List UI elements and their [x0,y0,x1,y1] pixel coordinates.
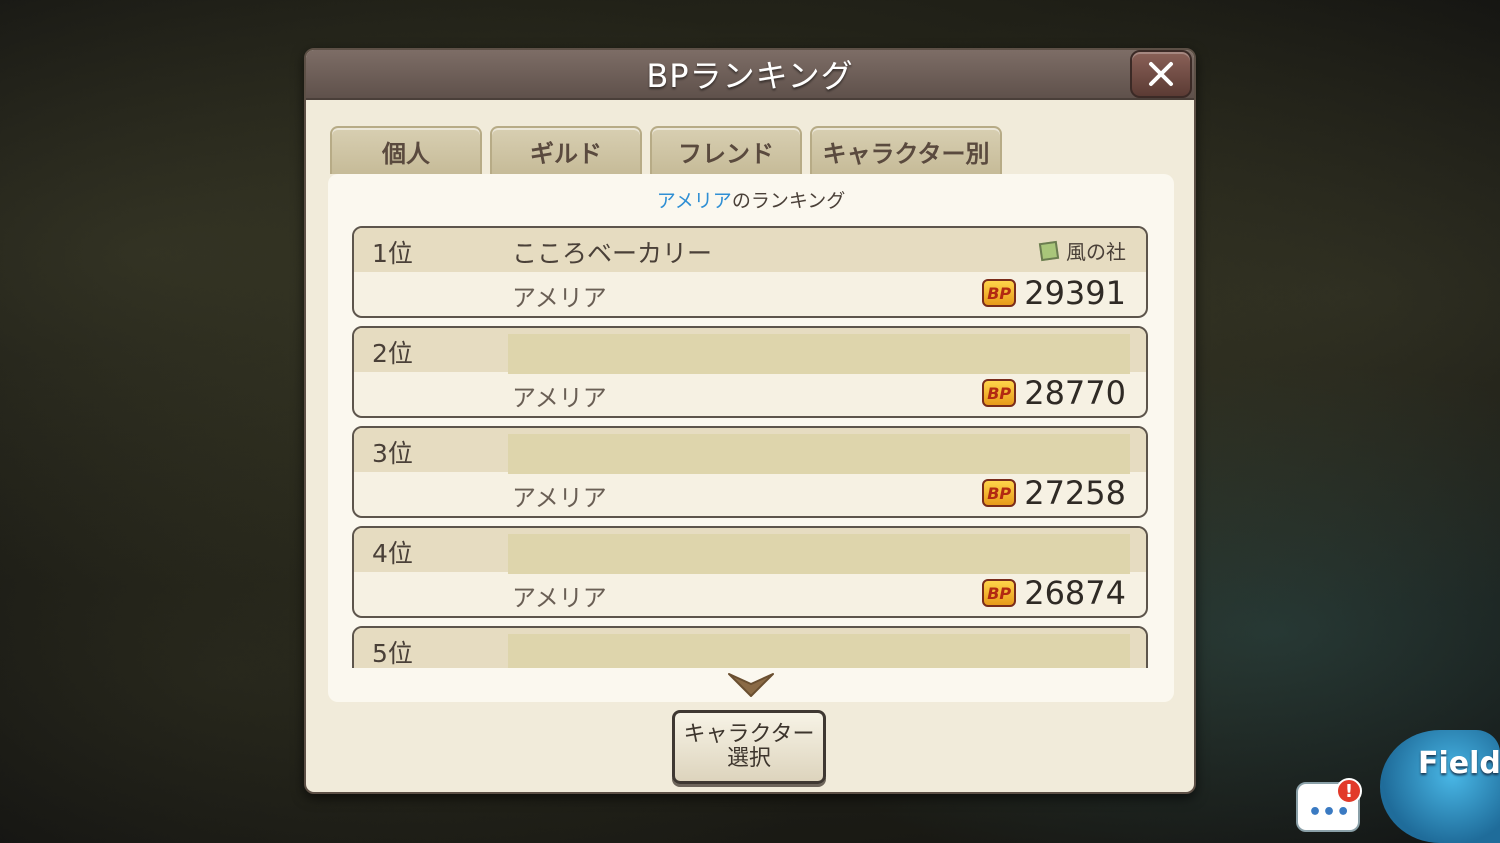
bp-value: 27258 [1024,474,1126,512]
dialog-title-bar: BPランキング [306,50,1194,100]
ranking-row[interactable]: 3位 アメリア BP 27258 [352,426,1148,518]
bp-value: 26874 [1024,574,1126,612]
ranking-heading: アメリアのランキング [328,186,1174,213]
tab-guild[interactable]: ギルド [490,126,642,174]
guild-name: 風の社 [1066,240,1126,264]
bp-score: BP 28770 [982,374,1126,412]
character-name: アメリア [512,384,607,412]
ranking-row[interactable]: 2位 アメリア BP 28770 [352,326,1148,418]
character-select-label-line1: キャラクター [683,722,815,747]
rank-label: 5位 [372,639,413,668]
ranking-row[interactable]: 4位 アメリア BP 26874 [352,526,1148,618]
rank-label: 2位 [372,339,413,368]
character-name: アメリア [512,584,607,612]
bp-icon: BP [982,479,1017,507]
character-name: アメリア [512,484,607,512]
ranking-character-name: アメリア [656,190,732,212]
character-select-label-line2: 選択 [726,746,771,771]
tab-by-character[interactable]: キャラクター別 [810,126,1002,174]
bp-score: BP 26874 [982,574,1126,612]
player-name: こころベーカリー [512,239,713,268]
bp-score: BP 27258 [982,474,1126,512]
chat-bubble-icon: ••• [1308,800,1351,825]
rank-label: 4位 [372,539,413,568]
ranking-row[interactable]: 5位 [352,626,1148,668]
bp-value: 29391 [1024,274,1126,312]
ranking-list[interactable]: 1位 こころベーカリー 風の社 アメリア BP 29391 2位 アメリア BP [352,226,1148,668]
dialog-title: BPランキング [646,57,854,95]
rank-label: 3位 [372,439,413,468]
bp-ranking-dialog: BPランキング 個人 ギルド フレンド キャラクター別 アメリアのランキング 1… [304,48,1196,794]
character-name: アメリア [512,284,607,312]
close-button[interactable] [1130,50,1192,98]
ranking-heading-suffix: のランキング [731,190,846,212]
bp-icon: BP [982,279,1017,307]
bp-value: 28770 [1024,374,1126,412]
bp-icon: BP [982,379,1017,407]
character-select-button[interactable]: キャラクター 選択 [672,710,826,784]
guild-emblem-icon [1038,240,1060,261]
chat-alert-badge: ! [1336,778,1362,804]
tab-friend[interactable]: フレンド [650,126,802,174]
ranking-tabs: 個人 ギルド フレンド キャラクター別 [330,126,1002,174]
guild-info: 風の社 [1038,236,1126,265]
tab-personal[interactable]: 個人 [330,126,482,174]
scroll-down-arrow-icon[interactable] [727,670,775,700]
field-button[interactable]: Field [1380,730,1500,843]
rank-label: 1位 [372,239,413,268]
ranking-panel: アメリアのランキング 1位 こころベーカリー 風の社 アメリア BP 29391 [328,174,1174,702]
close-icon [1149,62,1173,86]
chat-button[interactable]: ••• ! [1296,778,1362,832]
bp-icon: BP [982,579,1017,607]
bp-score: BP 29391 [982,274,1126,312]
field-label: Field [1418,746,1500,781]
ranking-row[interactable]: 1位 こころベーカリー 風の社 アメリア BP 29391 [352,226,1148,318]
